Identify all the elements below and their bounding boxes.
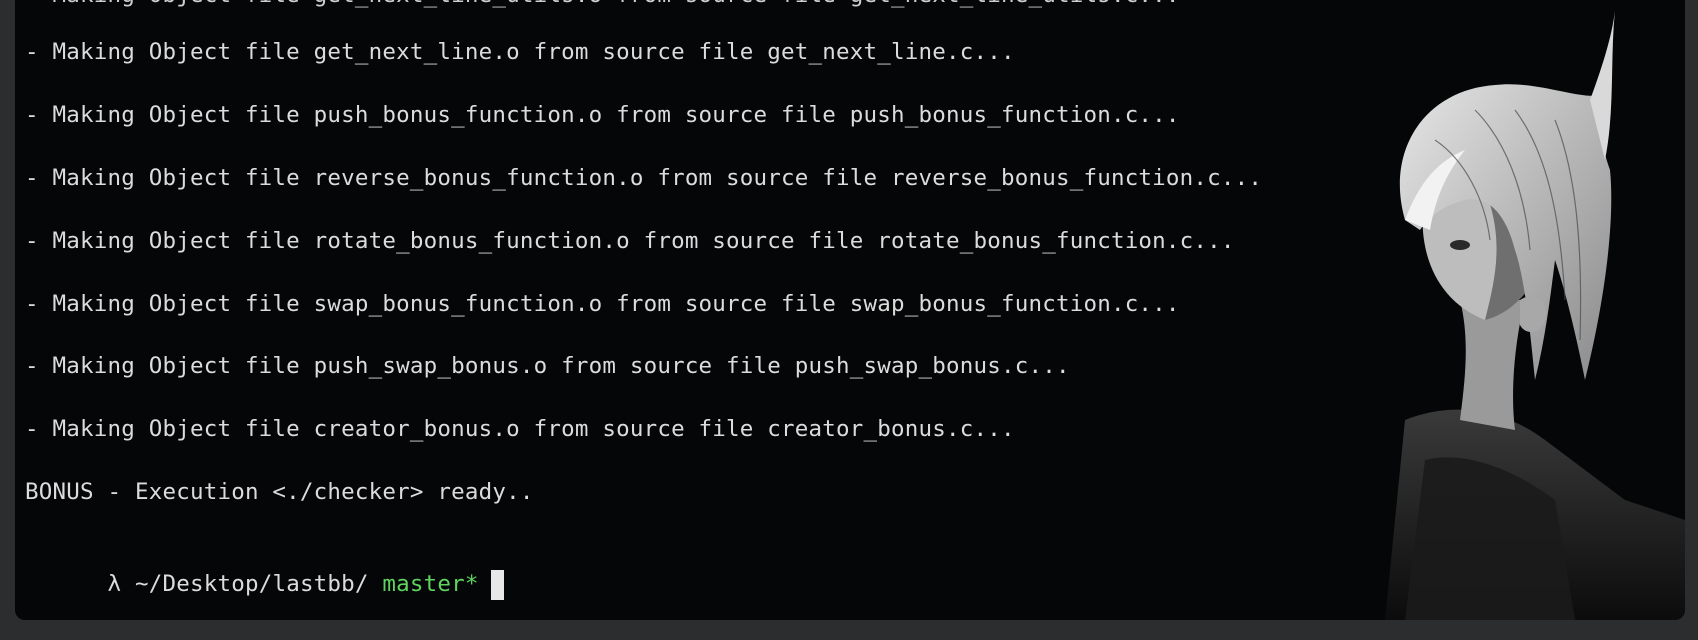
terminal-line: - Making Object file push_bonus_function…	[25, 102, 1180, 128]
terminal-line: - Making Object file reverse_bonus_funct…	[25, 165, 1263, 191]
prompt-symbol: λ	[107, 571, 122, 597]
terminal-window[interactable]: - Making Object file get_next_line_utils…	[15, 0, 1685, 620]
anime-character-background-image	[1385, 10, 1685, 620]
prompt-git-branch: master*	[382, 571, 479, 597]
terminal-prompt[interactable]: λ ~/Desktop/lastbb/ master*	[25, 539, 504, 600]
terminal-cursor[interactable]	[490, 569, 504, 600]
terminal-line: - Making Object file get_next_line.o fro…	[25, 39, 1015, 65]
terminal-line-partial: - Making Object file get_next_line_utils…	[25, 0, 1180, 10]
terminal-line: - Making Object file creator_bonus.o fro…	[25, 416, 1015, 442]
prompt-path: ~/Desktop/lastbb/	[134, 571, 369, 597]
terminal-line: - Making Object file rotate_bonus_functi…	[25, 228, 1235, 254]
terminal-output: - Making Object file get_next_line_utils…	[25, 0, 1405, 600]
terminal-line: - Making Object file push_swap_bonus.o f…	[25, 353, 1070, 379]
terminal-ready-line: BONUS - Execution <./checker> ready..	[25, 479, 534, 505]
terminal-line: - Making Object file swap_bonus_function…	[25, 291, 1180, 317]
